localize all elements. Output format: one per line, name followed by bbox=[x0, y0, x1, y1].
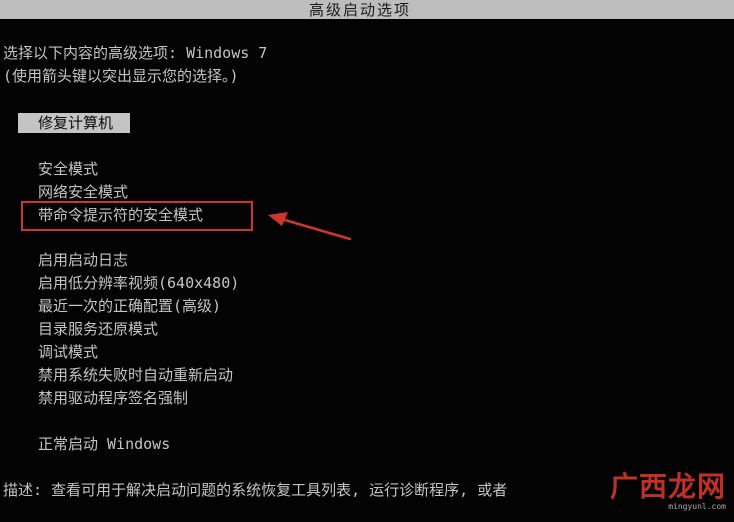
menu-item-boot-logging[interactable]: 启用启动日志 bbox=[38, 249, 239, 272]
boot-options-screen: 高级启动选项 选择以下内容的高级选项: Windows 7 (使用箭头键以突出显… bbox=[0, 0, 734, 522]
menu-item-disable-driver-signature[interactable]: 禁用驱动程序签名强制 bbox=[38, 387, 239, 410]
safe-mode-options: 安全模式 网络安全模式 带命令提示符的安全模式 bbox=[38, 158, 203, 227]
menu-item-safe-mode[interactable]: 安全模式 bbox=[38, 158, 203, 181]
menu-item-low-resolution-video[interactable]: 启用低分辨率视频(640x480) bbox=[38, 272, 239, 295]
menu-item-safe-mode-networking[interactable]: 网络安全模式 bbox=[38, 181, 203, 204]
menu-item-repair-computer[interactable]: 修复计算机 bbox=[18, 113, 130, 133]
annotation-arrow-icon bbox=[268, 212, 352, 241]
menu-item-last-known-good-config[interactable]: 最近一次的正确配置(高级) bbox=[38, 295, 239, 318]
menu-item-directory-services-restore[interactable]: 目录服务还原模式 bbox=[38, 318, 239, 341]
menu-item-disable-auto-restart[interactable]: 禁用系统失败时自动重新启动 bbox=[38, 364, 239, 387]
menu-item-start-windows-normally[interactable]: 正常启动 Windows bbox=[38, 433, 170, 456]
prompt-line-1: 选择以下内容的高级选项: Windows 7 bbox=[3, 44, 268, 62]
watermark-text: 广西龙网 bbox=[609, 470, 726, 503]
watermark-url: mingyunl.com bbox=[668, 502, 726, 511]
description-text: 描述: 查看可用于解决启动问题的系统恢复工具列表, 运行诊断程序, 或者 bbox=[3, 481, 508, 499]
normal-start-option: 正常启动 Windows bbox=[38, 433, 170, 456]
advanced-boot-options: 启用启动日志 启用低分辨率视频(640x480) 最近一次的正确配置(高级) 目… bbox=[38, 249, 239, 410]
watermark-logo: 广西龙网 mingyunl.com bbox=[598, 472, 726, 516]
screen-title: 高级启动选项 bbox=[308, 1, 411, 19]
title-bar: 高级启动选项 bbox=[0, 0, 734, 19]
menu-item-debugging-mode[interactable]: 调试模式 bbox=[38, 341, 239, 364]
prompt-line-2: (使用箭头键以突出显示您的选择。) bbox=[3, 67, 239, 85]
menu-item-safe-mode-command-prompt[interactable]: 带命令提示符的安全模式 bbox=[38, 204, 203, 227]
